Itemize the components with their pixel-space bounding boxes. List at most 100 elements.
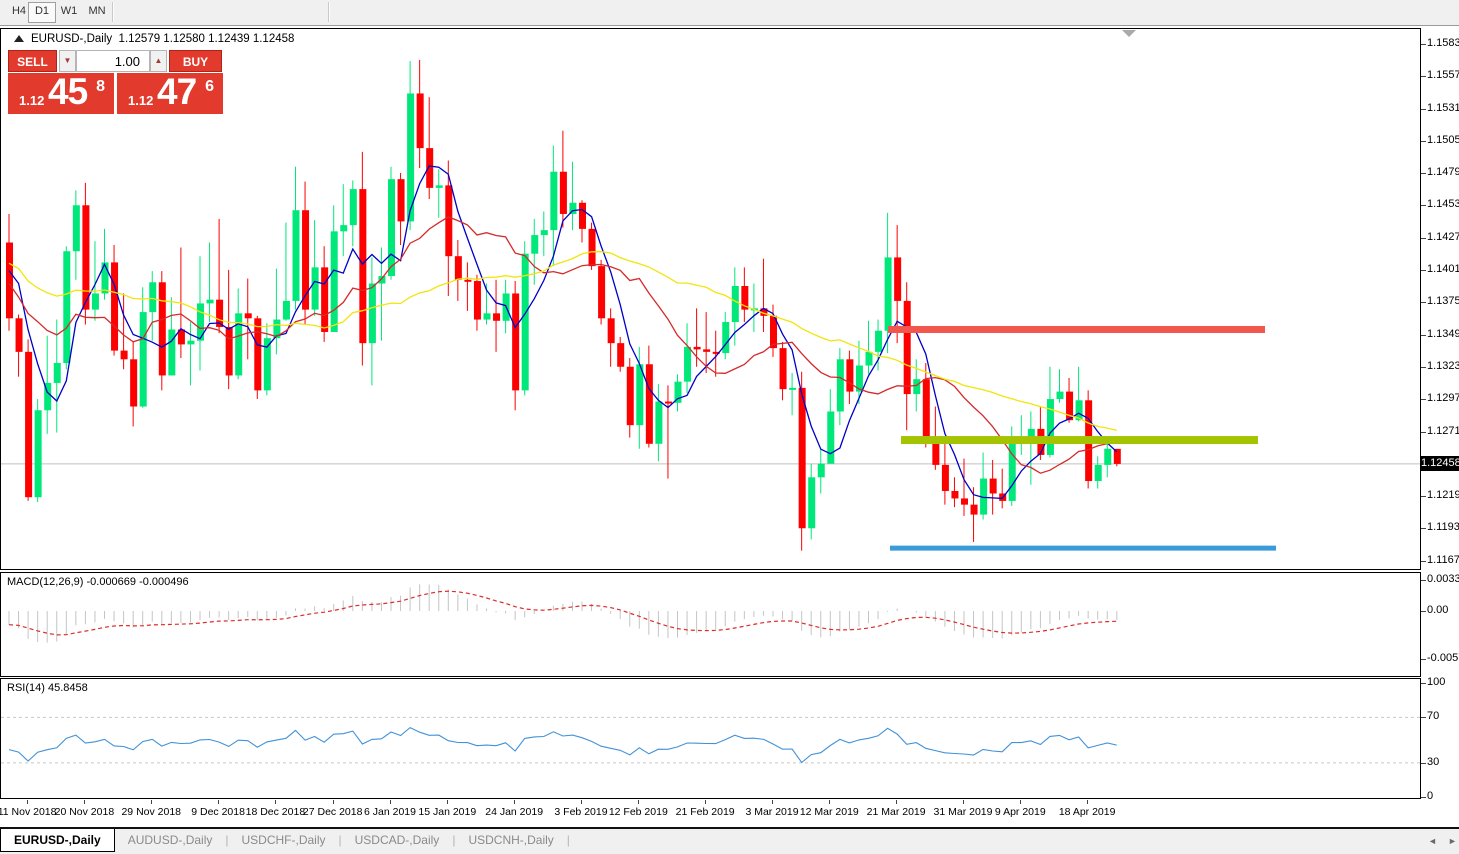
- date-axis-tick: [333, 800, 334, 804]
- price-axis-label: 1.13750: [1427, 295, 1459, 307]
- price-axis-tick: [1421, 44, 1426, 45]
- price-axis-label: 1.11930: [1427, 521, 1459, 533]
- tab-usdcad[interactable]: USDCAD-,Daily: [342, 829, 453, 851]
- ohlc-values: 1.12579 1.12580 1.12439 1.12458: [119, 33, 295, 45]
- timeframe-button-d1[interactable]: D1: [28, 2, 56, 23]
- date-axis-tick: [151, 800, 152, 804]
- macd-label: MACD(12,26,9) -0.000669 -0.000496: [7, 576, 189, 588]
- rsi-axis-label: 30: [1427, 756, 1439, 768]
- price-axis-tick: [1421, 496, 1426, 497]
- chart-tabs: EURUSD-,DailyAUDUSD-,Daily | USDCHF-,Daily…: [0, 829, 1459, 852]
- rsi-axis-tick: [1421, 683, 1426, 684]
- buy-button[interactable]: BUY: [169, 50, 222, 72]
- symbol-header: EURUSD-,Daily 1.12579 1.12580 1.12439 1.…: [14, 33, 294, 45]
- price-axis-tick: [1421, 270, 1426, 271]
- date-axis-label: 18 Apr 2019: [1049, 806, 1125, 818]
- date-axis-label: 15 Jan 2019: [409, 806, 485, 818]
- candles-series: [6, 60, 1121, 551]
- timeframe-button-mn[interactable]: MN: [84, 2, 110, 21]
- collapse-triangle-icon[interactable]: [14, 35, 24, 42]
- date-axis-tick: [390, 800, 391, 804]
- price-axis-label: 1.12710: [1427, 425, 1459, 437]
- trend-line-0: [888, 326, 1265, 333]
- date-axis-label: 29 Nov 2018: [113, 806, 189, 818]
- tab-scroll-right-icon[interactable]: ►: [1448, 836, 1457, 846]
- price-axis-tick: [1421, 302, 1426, 303]
- price-axis-label: 1.11670: [1427, 554, 1459, 566]
- price-axis-tick: [1421, 432, 1426, 433]
- date-axis-label: 12 Mar 2019: [791, 806, 867, 818]
- tab-scroll-left-icon[interactable]: ◄: [1428, 836, 1437, 846]
- volume-increase-button[interactable]: ▲: [150, 50, 167, 72]
- macd-chart[interactable]: [1, 573, 1420, 676]
- price-axis-label: 1.15830: [1427, 37, 1459, 49]
- rsi-panel[interactable]: RSI(14) 45.8458: [0, 678, 1421, 799]
- price-axis-label: 1.14270: [1427, 231, 1459, 243]
- date-axis-tick: [218, 800, 219, 804]
- price-axis-tick: [1421, 173, 1426, 174]
- rsi-axis-label: 70: [1427, 710, 1439, 722]
- sell-quote-button[interactable]: 1.12 45 8: [8, 73, 114, 114]
- price-axis-label: 1.14010: [1427, 263, 1459, 275]
- volume-decrease-button[interactable]: ▼: [59, 50, 76, 72]
- date-axis-tick: [963, 800, 964, 804]
- date-axis-tick: [84, 800, 85, 804]
- date-axis-tick: [1087, 800, 1088, 804]
- date-axis-tick: [275, 800, 276, 804]
- date-axis-tick: [705, 800, 706, 804]
- date-axis-tick: [514, 800, 515, 804]
- rsi-chart[interactable]: [1, 679, 1420, 798]
- triangle-down-icon: ▼: [64, 56, 72, 65]
- date-axis-tick: [1020, 800, 1021, 804]
- rsi-line: [9, 728, 1117, 763]
- trend-line-1: [901, 436, 1258, 444]
- macd-axis-label: 0.003386: [1427, 573, 1459, 585]
- timeframe-button-w1[interactable]: W1: [56, 2, 82, 21]
- price-axis-label: 1.12970: [1427, 392, 1459, 404]
- current-price-badge: 1.12458: [1421, 456, 1459, 471]
- date-axis-tick: [581, 800, 582, 804]
- macd-panel[interactable]: MACD(12,26,9) -0.000669 -0.000496: [0, 572, 1421, 677]
- date-axis-tick: [27, 800, 28, 804]
- tab-separator: |: [567, 829, 570, 851]
- tab-audusd[interactable]: AUDUSD-,Daily: [115, 829, 226, 851]
- price-axis-tick: [1421, 528, 1426, 529]
- tab-eurusd[interactable]: EURUSD-,Daily: [0, 829, 115, 852]
- date-axis-label: 21 Mar 2019: [858, 806, 934, 818]
- toolbar-separator: [112, 2, 114, 22]
- date-axis[interactable]: 11 Nov 201820 Nov 201829 Nov 20189 Dec 2…: [0, 800, 1459, 826]
- one-click-trading-panel: SELL ▼ ▲ BUY 1.12 45 8 1.12 47 6: [8, 50, 222, 72]
- tab-usdchf[interactable]: USDCHF-,Daily: [229, 829, 339, 851]
- sell-price-pip: 8: [96, 78, 105, 96]
- macd-axis-tick: [1421, 659, 1426, 660]
- sell-button[interactable]: SELL: [8, 50, 57, 72]
- tab-usdcnh[interactable]: USDCNH-,Daily: [455, 829, 566, 851]
- date-axis-label: 9 Apr 2019: [982, 806, 1058, 818]
- date-axis-tick: [638, 800, 639, 804]
- price-axis-label: 1.14530: [1427, 198, 1459, 210]
- price-axis-tick: [1421, 109, 1426, 110]
- symbol-title: EURUSD-,Daily: [31, 33, 112, 45]
- chart-tab-bar: EURUSD-,DailyAUDUSD-,Daily | USDCHF-,Daily…: [0, 827, 1459, 854]
- trend-line-2: [890, 546, 1276, 551]
- buy-quote-button[interactable]: 1.12 47 6: [117, 73, 223, 114]
- rsi-axis-tick: [1421, 797, 1426, 798]
- timeframe-toolbar: H4D1W1MN: [0, 0, 1459, 26]
- buy-price-prefix: 1.12: [128, 93, 153, 108]
- rsi-axis-label: 100: [1427, 676, 1445, 688]
- rsi-label: RSI(14) 45.8458: [7, 682, 88, 694]
- volume-input[interactable]: [76, 50, 150, 72]
- price-axis-label: 1.15050: [1427, 134, 1459, 146]
- price-axis-label: 1.15570: [1427, 69, 1459, 81]
- macd-histogram: [9, 584, 1117, 642]
- price-axis-tick: [1421, 335, 1426, 336]
- date-axis-tick: [772, 800, 773, 804]
- price-axis-tick: [1421, 399, 1426, 400]
- mt4-chart-window: H4D1W1MN EURUSD-,Daily 1.12579 1.12580 1…: [0, 0, 1459, 854]
- date-axis-label: 24 Jan 2019: [476, 806, 552, 818]
- price-axis-tick: [1421, 561, 1426, 562]
- macd-axis-tick: [1421, 580, 1426, 581]
- price-axis-tick: [1421, 238, 1426, 239]
- buy-price-big: 47: [157, 71, 196, 113]
- rsi-axis-tick: [1421, 763, 1426, 764]
